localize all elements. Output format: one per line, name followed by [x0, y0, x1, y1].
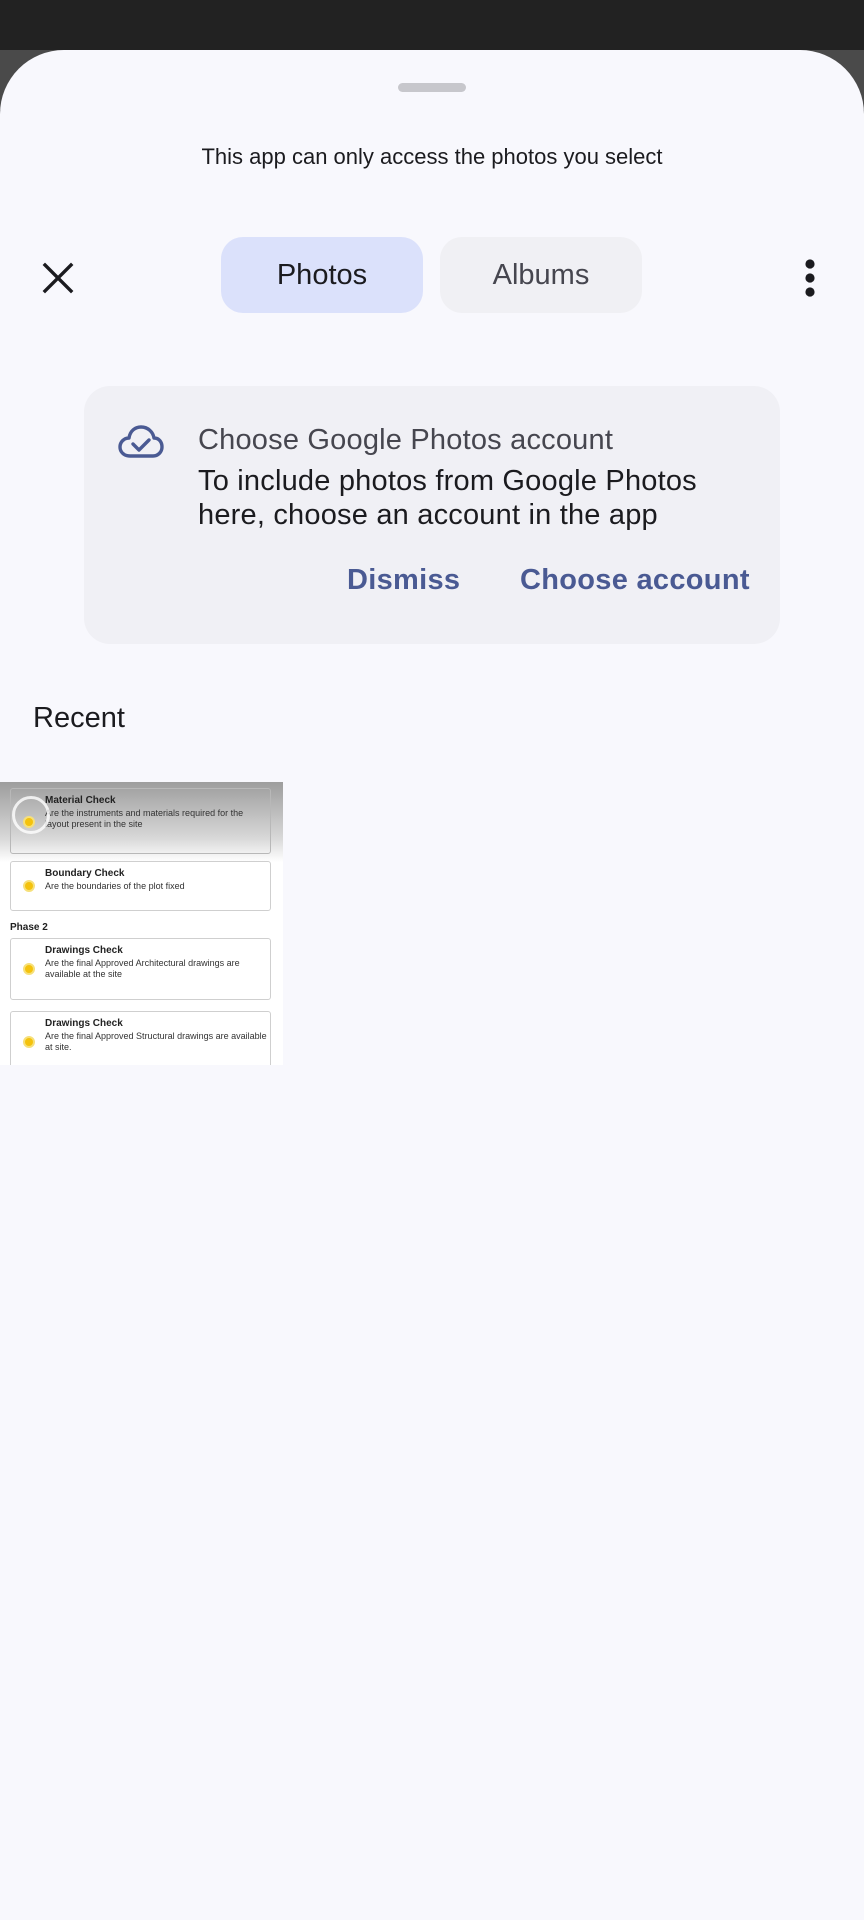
- more-options-button[interactable]: [782, 250, 838, 306]
- card-desc: Are the final Approved Structural drawin…: [45, 1031, 267, 1052]
- touch-ripple: [12, 796, 50, 834]
- banner-title: Choose Google Photos account: [198, 424, 614, 456]
- banner-body: To include photos from Google Photos her…: [198, 465, 697, 531]
- tab-photos[interactable]: Photos: [221, 237, 423, 313]
- cloud-done-icon: [118, 425, 164, 458]
- card-desc: Are the instruments and materials requir…: [45, 808, 244, 829]
- card-title: Material Check: [45, 795, 116, 806]
- recent-section-title: Recent: [33, 702, 125, 734]
- close-button[interactable]: [30, 250, 86, 306]
- phase-label: Phase 2: [10, 922, 48, 933]
- close-icon: [42, 262, 74, 294]
- photo-picker-sheet: This app can only access the photos you …: [0, 50, 864, 1920]
- status-bar: [0, 0, 864, 50]
- choose-account-button[interactable]: Choose account: [520, 564, 750, 597]
- status-dot: [23, 880, 35, 892]
- thumbnail-card: Boundary Check Are the boundaries of the…: [10, 861, 271, 911]
- card-title: Drawings Check: [45, 1018, 123, 1029]
- thumbnail-card: Material Check Are the instruments and m…: [10, 788, 271, 854]
- status-dot: [23, 963, 35, 975]
- thumbnail-card: Drawings Check Are the final Approved St…: [10, 1011, 271, 1065]
- access-notice: This app can only access the photos you …: [201, 144, 663, 169]
- photo-thumbnail[interactable]: Material Check Are the instruments and m…: [0, 782, 283, 1065]
- google-photos-banner: Choose Google Photos account To include …: [84, 386, 780, 644]
- status-dot: [23, 1036, 35, 1048]
- dismiss-button[interactable]: Dismiss: [347, 564, 460, 597]
- more-vert-icon: [805, 259, 815, 297]
- drag-handle[interactable]: [398, 83, 466, 92]
- thumbnail-card: Drawings Check Are the final Approved Ar…: [10, 938, 271, 1000]
- card-title: Drawings Check: [45, 945, 123, 956]
- card-desc: Are the final Approved Architectural dra…: [45, 958, 240, 979]
- card-desc: Are the boundaries of the plot fixed: [45, 881, 185, 891]
- tab-albums[interactable]: Albums: [440, 237, 642, 313]
- card-title: Boundary Check: [45, 868, 125, 879]
